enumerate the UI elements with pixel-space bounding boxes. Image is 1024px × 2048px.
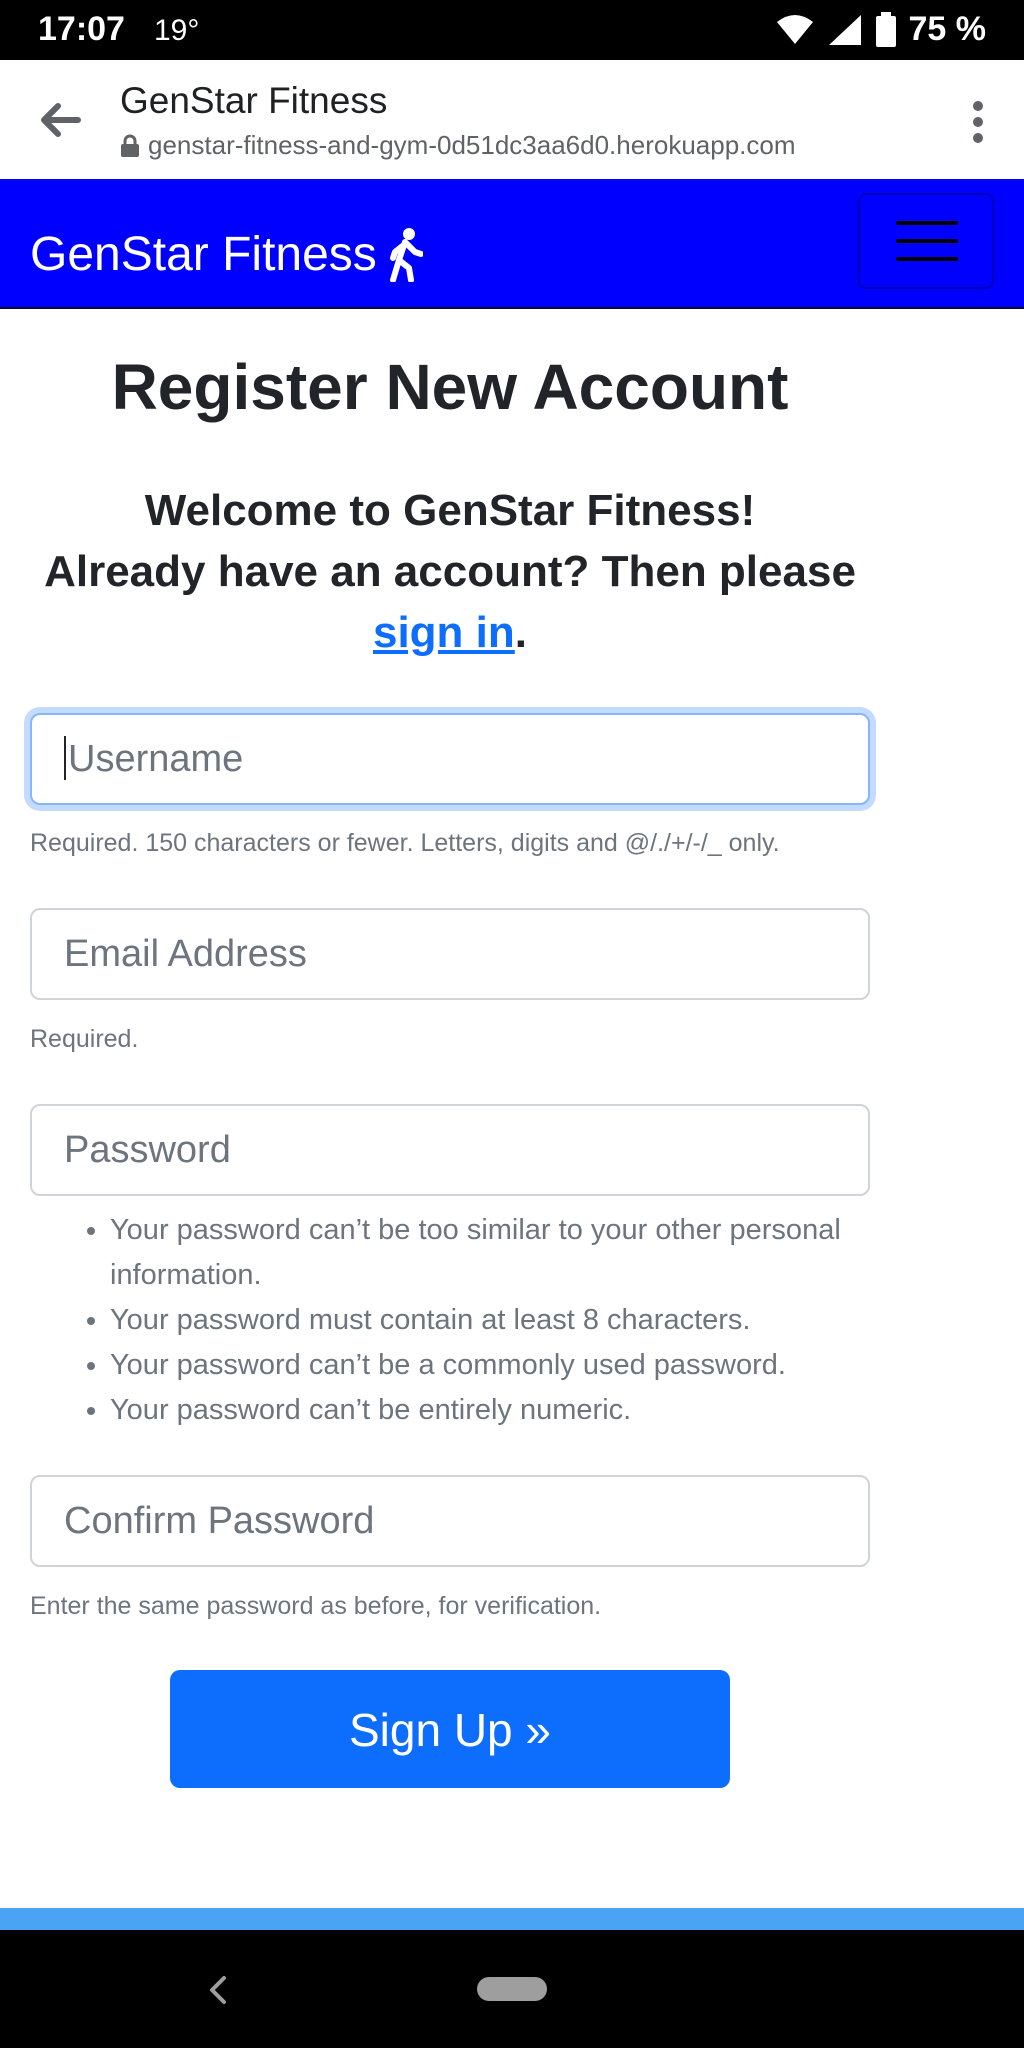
- lock-icon: [121, 134, 139, 157]
- status-indicators: 75 %: [775, 10, 987, 49]
- email-placeholder: Email Address: [64, 933, 307, 975]
- hamburger-line: [896, 257, 958, 261]
- cell-signal-icon: [828, 14, 861, 45]
- navbar-brand[interactable]: GenStar Fitness: [30, 227, 423, 282]
- back-arrow-icon[interactable]: [36, 100, 84, 140]
- sign-up-button[interactable]: Sign Up »: [170, 1670, 730, 1788]
- browser-toolbar: GenStar Fitness genstar-fitness-and-gym-…: [0, 60, 1024, 180]
- url-bar[interactable]: genstar-fitness-and-gym-0d51dc3aa6d0.her…: [120, 130, 796, 161]
- password-input[interactable]: Password: [30, 1104, 870, 1196]
- system-navigation-bar: [0, 1930, 1024, 2048]
- system-back-icon[interactable]: [206, 1974, 230, 2006]
- welcome-period: .: [514, 608, 527, 657]
- password-placeholder: Password: [64, 1129, 231, 1171]
- confirm-password-input[interactable]: Confirm Password: [30, 1475, 870, 1567]
- email-input[interactable]: Email Address: [30, 908, 870, 1000]
- welcome-message: Welcome to GenStar Fitness! Already have…: [30, 480, 870, 663]
- username-input[interactable]: Username: [30, 713, 870, 805]
- welcome-line-1: Welcome to GenStar Fitness!: [144, 486, 756, 535]
- password-rules-list: Your password can’t be too similar to yo…: [80, 1208, 890, 1433]
- browser-page-title: GenStar Fitness: [120, 80, 388, 121]
- status-bar: 17:07 19° 75 %: [0, 0, 1024, 60]
- system-home-pill[interactable]: [477, 1977, 547, 2001]
- email-help-text: Required.: [30, 1025, 139, 1053]
- url-text: genstar-fitness-and-gym-0d51dc3aa6d0.her…: [148, 130, 796, 160]
- username-help-text: Required. 150 characters or fewer. Lette…: [30, 829, 780, 857]
- password-rule: Your password can’t be too similar to yo…: [110, 1208, 890, 1298]
- battery-icon: [875, 11, 896, 47]
- page-footer-stripe: [0, 1908, 1024, 1930]
- navbar-toggler-button[interactable]: [858, 193, 994, 289]
- confirm-password-help-text: Enter the same password as before, for v…: [30, 1592, 602, 1620]
- username-placeholder: Username: [68, 738, 244, 780]
- more-vert-icon[interactable]: [972, 100, 984, 144]
- wifi-icon: [776, 14, 813, 44]
- confirm-password-placeholder: Confirm Password: [64, 1500, 375, 1542]
- site-navbar: GenStar Fitness: [0, 179, 1024, 309]
- password-rule: Your password can’t be entirely numeric.: [110, 1388, 890, 1433]
- walking-person-icon: [389, 227, 423, 282]
- brand-text: GenStar Fitness: [30, 228, 377, 281]
- page-title: Register New Account: [111, 351, 789, 423]
- password-rule: Your password can’t be a commonly used p…: [110, 1343, 890, 1388]
- welcome-line-2: Already have an account? Then please: [44, 547, 856, 596]
- hamburger-icon: [896, 221, 958, 225]
- hamburger-line: [896, 239, 958, 243]
- password-rule: Your password must contain at least 8 ch…: [110, 1298, 890, 1343]
- status-time: 17:07: [38, 10, 125, 48]
- text-caret: [64, 735, 66, 780]
- battery-percentage: 75 %: [908, 10, 987, 48]
- status-temperature: 19°: [154, 14, 200, 47]
- sign-in-link[interactable]: sign in: [373, 608, 515, 657]
